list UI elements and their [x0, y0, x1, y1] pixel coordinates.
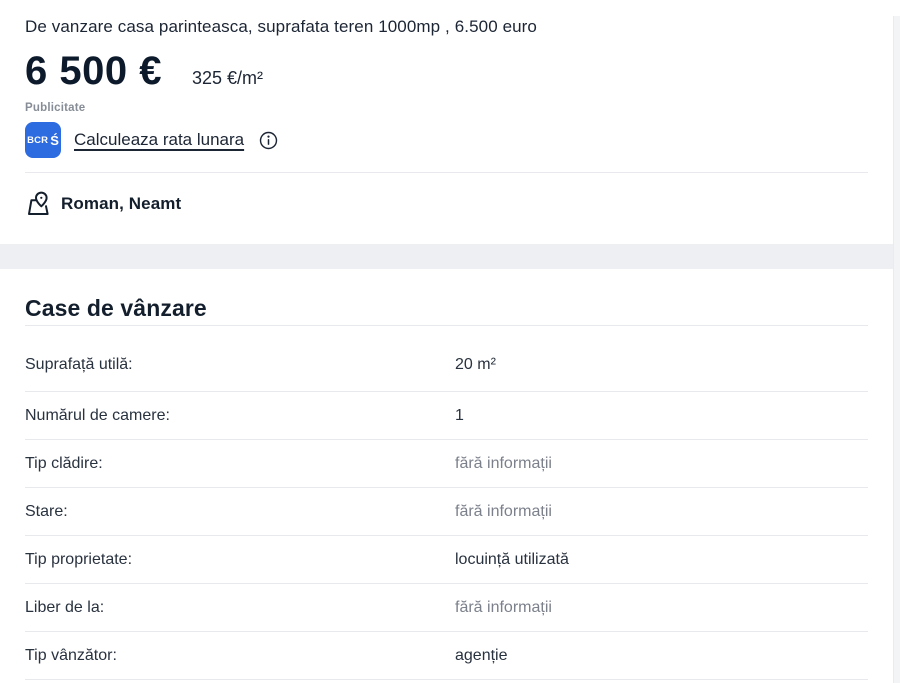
- price-per-sqm: 325 €/m²: [192, 68, 263, 89]
- spec-row-suprafata-utila: Suprafață utilă: 20 m²: [25, 326, 868, 392]
- spec-value: 1: [455, 406, 464, 425]
- info-icon[interactable]: [259, 131, 278, 150]
- spec-value: fără informații: [455, 454, 552, 473]
- spec-label: Stare:: [25, 502, 455, 521]
- listing-header-card: De vanzare casa parinteasca, suprafata t…: [0, 16, 900, 244]
- spec-value: fără informații: [455, 598, 552, 617]
- scrollbar-track[interactable]: [893, 16, 900, 683]
- price: 6 500 €: [25, 51, 162, 91]
- spec-label: Tip proprietate:: [25, 550, 455, 569]
- listing-title: De vanzare casa parinteasca, suprafata t…: [25, 16, 870, 38]
- spec-table: Suprafață utilă: 20 m² Numărul de camere…: [25, 325, 868, 680]
- spec-row-tip-cladire: Tip clădire: fără informații: [25, 440, 868, 488]
- spec-value: fără informații: [455, 502, 552, 521]
- spec-value: locuință utilizată: [455, 550, 569, 569]
- bcr-logo-symbol: Ś: [50, 134, 59, 147]
- spec-label: Suprafață utilă:: [25, 355, 455, 374]
- spec-row-numar-camere: Numărul de camere: 1: [25, 392, 868, 440]
- loan-calculator-row: BCR Ś Calculeaza rata lunara: [25, 121, 870, 159]
- spec-row-tip-vanzator: Tip vânzător: agenție: [25, 632, 868, 680]
- location-link[interactable]: Roman, Neamt: [25, 190, 181, 217]
- bcr-logo-text: BCR: [27, 135, 48, 146]
- spec-row-stare: Stare: fără informații: [25, 488, 868, 536]
- map-pin-icon: [25, 190, 52, 217]
- spec-label: Tip vânzător:: [25, 646, 455, 665]
- section-heading: Case de vânzare: [25, 294, 870, 322]
- spec-value: 20 m²: [455, 355, 496, 374]
- spec-value: agenție: [455, 646, 508, 665]
- ad-label: Publicitate: [25, 102, 870, 115]
- location-text: Roman, Neamt: [61, 194, 181, 214]
- section-divider: [25, 172, 868, 173]
- spec-row-liber-de-la: Liber de la: fără informații: [25, 584, 868, 632]
- spec-label: Liber de la:: [25, 598, 455, 617]
- details-card: Case de vânzare Suprafață utilă: 20 m² N…: [0, 294, 900, 680]
- loan-calculator-link[interactable]: Calculeaza rata lunara: [74, 130, 244, 150]
- spec-row-tip-proprietate: Tip proprietate: locuință utilizată: [25, 536, 868, 584]
- bcr-bank-logo[interactable]: BCR Ś: [25, 122, 61, 158]
- spec-label: Tip clădire:: [25, 454, 455, 473]
- section-separator-band: [0, 244, 900, 269]
- spec-label: Numărul de camere:: [25, 406, 455, 425]
- price-row: 6 500 € 325 €/m²: [25, 51, 870, 91]
